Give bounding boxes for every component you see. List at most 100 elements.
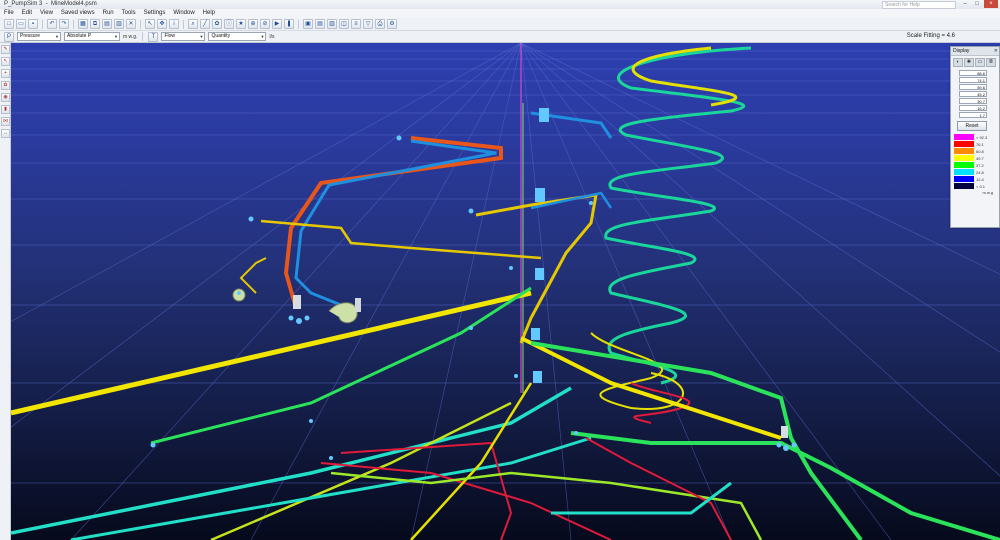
menu-settings[interactable]: Settings	[140, 9, 170, 18]
delete-icon[interactable]: ✕	[126, 19, 136, 29]
palette-icon[interactable]: ◐	[953, 58, 963, 67]
help-search-input[interactable]: Search for Help	[882, 1, 956, 9]
new-file-icon[interactable]: □	[4, 19, 14, 29]
menu-help[interactable]: Help	[199, 9, 219, 18]
pipe-segment[interactable]	[11, 386, 572, 535]
3d-viewport[interactable]	[11, 43, 1000, 540]
spiral-ramp-pipe[interactable]	[631, 46, 738, 107]
display-toolbar: P Pressure ▼ Absolute P ▼ m w.g. T Flow ▼ Q…	[0, 31, 1000, 43]
run-icon[interactable]: ▶	[272, 19, 282, 29]
menu-run[interactable]: Run	[99, 9, 118, 18]
range-field[interactable]: 30.7	[959, 98, 987, 104]
tank-icon[interactable]	[535, 268, 544, 280]
menu-window[interactable]: Window	[169, 9, 198, 18]
chart-icon[interactable]: ▥	[114, 19, 124, 29]
spiral-ramp-pipe[interactable]	[630, 382, 691, 424]
measure-icon[interactable]: ↔	[1, 129, 10, 138]
pipe-tool-icon[interactable]: ╱	[200, 19, 210, 29]
legend-swatch[interactable]	[954, 141, 974, 147]
move-icon[interactable]: ✥	[157, 19, 167, 29]
stop-icon[interactable]: ⊘	[260, 19, 270, 29]
add-valve-icon[interactable]: ⋈	[1, 117, 10, 126]
filter-icon[interactable]: ▽	[363, 19, 373, 29]
menu-saved-views[interactable]: Saved views	[57, 9, 99, 18]
menu-file[interactable]: File	[0, 9, 18, 18]
settings-icon[interactable]: ⚙	[387, 19, 397, 29]
range-field[interactable]: 59.6	[959, 84, 987, 90]
menu-view[interactable]: View	[36, 9, 57, 18]
range-field[interactable]: 1.7	[959, 112, 987, 118]
tank-icon[interactable]	[535, 188, 545, 202]
range-field[interactable]: 74.1	[959, 77, 987, 83]
scale-icon[interactable]: ≣	[986, 58, 996, 67]
legend-swatch[interactable]	[954, 155, 974, 161]
toolbar-divider	[73, 19, 74, 29]
legend-swatch[interactable]	[954, 176, 974, 182]
star-icon[interactable]: ★	[236, 19, 246, 29]
tank-icon[interactable]	[293, 295, 301, 309]
color-legend: > 92.3 76.1 60.8 49.7 37.2 24.8 12.4 < 0.1	[951, 134, 999, 189]
menu-edit[interactable]: Edit	[18, 9, 36, 18]
add-junction-icon[interactable]: +	[1, 69, 10, 78]
save-icon[interactable]: ▪	[28, 19, 38, 29]
quantity-select[interactable]: Quantity ▼	[208, 32, 267, 41]
network-canvas[interactable]	[11, 43, 1000, 540]
chevron-down-icon: ▼	[199, 34, 204, 39]
zoom-icon[interactable]: ⌕	[188, 19, 198, 29]
gradient-icon[interactable]: ▭	[975, 58, 985, 67]
undo-icon[interactable]: ↶	[47, 19, 57, 29]
add-pump-icon[interactable]: ◉	[1, 93, 10, 102]
spiral-ramp-pipe[interactable]	[604, 46, 752, 385]
legend-swatch[interactable]	[954, 148, 974, 154]
legend-value: 37.2	[976, 162, 984, 168]
add-tank-icon[interactable]: ▮	[1, 105, 10, 114]
select-tool-icon[interactable]: ↖	[1, 57, 10, 66]
info-tool-icon[interactable]: ⓘ	[224, 19, 234, 29]
draw-tool-icon[interactable]: ✎	[1, 45, 10, 54]
pipe-segment[interactable]	[239, 257, 267, 294]
view-front-icon[interactable]: ▣	[303, 19, 313, 29]
pressure-type-select[interactable]: Absolute P ▼	[64, 32, 120, 41]
info-icon[interactable]: i	[169, 19, 179, 29]
layers-icon[interactable]: ≡	[351, 19, 361, 29]
legend-swatch[interactable]	[954, 183, 974, 189]
select-icon[interactable]: ↖	[145, 19, 155, 29]
minimize-button[interactable]: –	[960, 0, 970, 8]
flow-icon[interactable]: T	[148, 31, 159, 42]
pause-icon[interactable]: ❚	[284, 19, 294, 29]
fan-tool-icon[interactable]: ✿	[212, 19, 222, 29]
pipe-segment[interactable]	[283, 136, 503, 309]
tank-icon[interactable]	[531, 328, 540, 340]
paste-icon[interactable]: ▤	[102, 19, 112, 29]
close-icon[interactable]: ✕	[994, 47, 998, 55]
tank-icon[interactable]	[781, 426, 788, 438]
reset-button[interactable]: Reset	[957, 121, 987, 131]
range-field[interactable]: 16.2	[959, 105, 987, 111]
legend-swatch[interactable]	[954, 134, 974, 140]
redo-icon[interactable]: ↷	[59, 19, 69, 29]
copy-icon[interactable]: ⧉	[90, 19, 100, 29]
grid-icon[interactable]: ▦	[78, 19, 88, 29]
range-field[interactable]: 45.2	[959, 91, 987, 97]
color-wheel-icon[interactable]: ✺	[964, 58, 974, 67]
pressure-mode-select[interactable]: Pressure ▼	[17, 32, 61, 41]
main-intake-pipe[interactable]	[11, 290, 532, 416]
view-iso-icon[interactable]: ◫	[339, 19, 349, 29]
print-icon[interactable]: ⎙	[375, 19, 385, 29]
tank-icon[interactable]	[539, 108, 549, 122]
link-icon[interactable]: ⊕	[248, 19, 258, 29]
view-side-icon[interactable]: ▥	[327, 19, 337, 29]
pressure-icon[interactable]: P	[4, 31, 14, 42]
menu-tools[interactable]: Tools	[118, 9, 140, 18]
range-field[interactable]: 88.6	[959, 70, 987, 76]
view-top-icon[interactable]: ▤	[315, 19, 325, 29]
add-fan-icon[interactable]: ✿	[1, 81, 10, 90]
pipe-segment[interactable]	[294, 139, 497, 307]
legend-swatch[interactable]	[954, 169, 974, 175]
tank-icon[interactable]	[533, 371, 542, 383]
close-button[interactable]: ×	[984, 0, 998, 8]
flow-select[interactable]: Flow ▼	[161, 32, 206, 41]
legend-swatch[interactable]	[954, 162, 974, 168]
maximize-button[interactable]: □	[972, 0, 982, 8]
open-file-icon[interactable]: ▭	[16, 19, 26, 29]
